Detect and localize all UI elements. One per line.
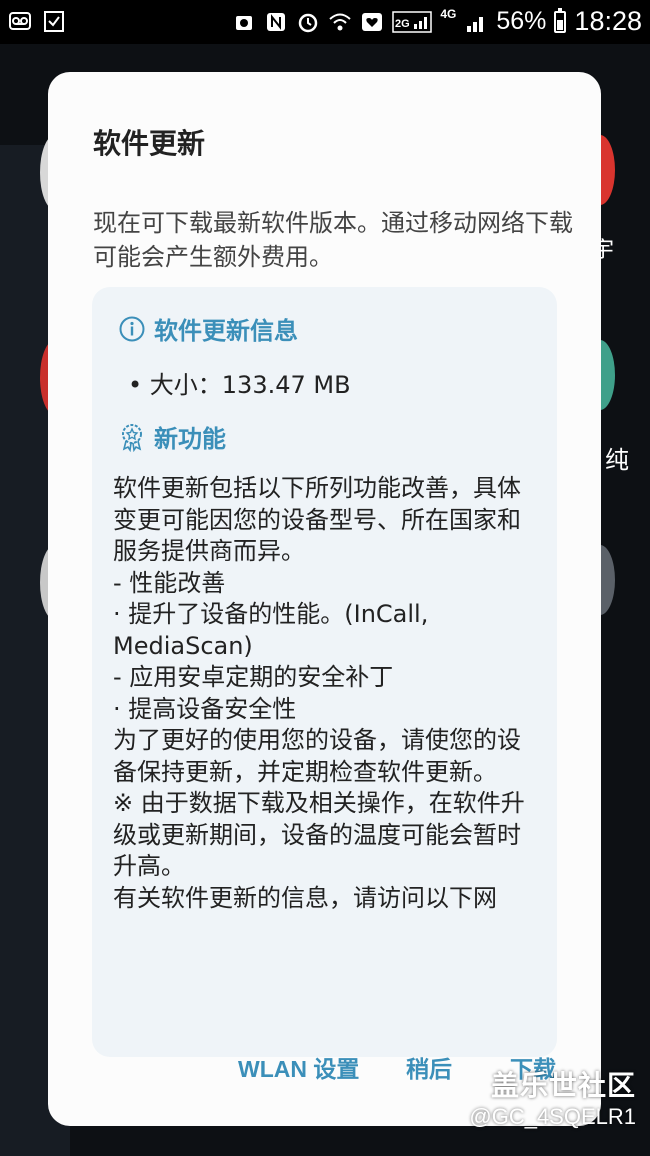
info-section-header: 软件更新信息 [118, 311, 298, 346]
voicemail-icon [8, 9, 32, 33]
wlan-settings-button[interactable]: WLAN 设置 [238, 1050, 359, 1084]
battery-icon [554, 7, 567, 33]
clock: 18:28 [574, 6, 642, 36]
dialog-description: 现在可下载最新软件版本。通过移动网络下载可能会产生额外费用。 [93, 209, 573, 271]
software-update-dialog: 软件更新 现在可下载最新软件版本。通过移动网络下载可能会产生额外费用。 软件更新… [48, 72, 601, 1126]
network-type-label: 4G [440, 6, 457, 21]
release-notes: 软件更新包括以下所列功能改善，具体变更可能因您的设备型号、所在国家和服务提供商而… [113, 473, 543, 914]
release-note-line: ※ 由于数据下载及相关操作，在软件升级或更新期间，设备的温度可能会暂时升高。 [113, 789, 525, 880]
update-size: • 大小：133.47 MB [128, 371, 351, 399]
later-button[interactable]: 稍后 [406, 1050, 452, 1084]
award-badge-icon [118, 423, 146, 452]
release-note-line: · 提高设备安全性 [113, 694, 297, 723]
features-section-header: 新功能 [118, 419, 226, 454]
status-bar: 2G 4G 56% 18:28 [0, 0, 650, 44]
release-note-line: 为了更好的使用您的设备，请使您的设备保持更新，并定期检查软件更新。 [113, 726, 521, 786]
release-note-line: - 性能改善 [113, 568, 226, 597]
release-note-line: 有关软件更新的信息，请访问以下网 [113, 883, 497, 912]
info-section-title: 软件更新信息 [154, 317, 298, 345]
update-info-box[interactable]: 软件更新信息 • 大小：133.47 MB 新功能 软件更新包括以下所列功能改善… [92, 287, 557, 1057]
release-note-line: · 提升了设备的性能。(InCall, MediaScan) [113, 600, 436, 660]
features-section-title: 新功能 [154, 425, 226, 453]
signal-2g-icon: 2G [392, 10, 433, 34]
watermark-user: @GC_4SQELR1 [469, 1104, 636, 1129]
nfc-icon [264, 10, 288, 34]
app-label-right-2: 纯 [605, 446, 629, 474]
info-icon [118, 315, 146, 343]
signal-strength-icon [464, 10, 488, 34]
dialog-title: 软件更新 [93, 127, 206, 160]
wifi-icon [328, 10, 352, 34]
network-small-label: 2G [395, 18, 410, 30]
watermark-brand: 盖乐世社区 [490, 1069, 636, 1102]
release-note-line: 软件更新包括以下所列功能改善，具体变更可能因您的设备型号、所在国家和服务提供商而… [113, 474, 521, 565]
alarm-icon [296, 10, 320, 34]
release-note-line: - 应用安卓定期的安全补丁 [113, 663, 394, 691]
battery-percent: 56% [496, 7, 547, 35]
recycle-icon [232, 10, 256, 34]
heart-icon [360, 10, 384, 34]
checklist-icon [42, 9, 66, 33]
